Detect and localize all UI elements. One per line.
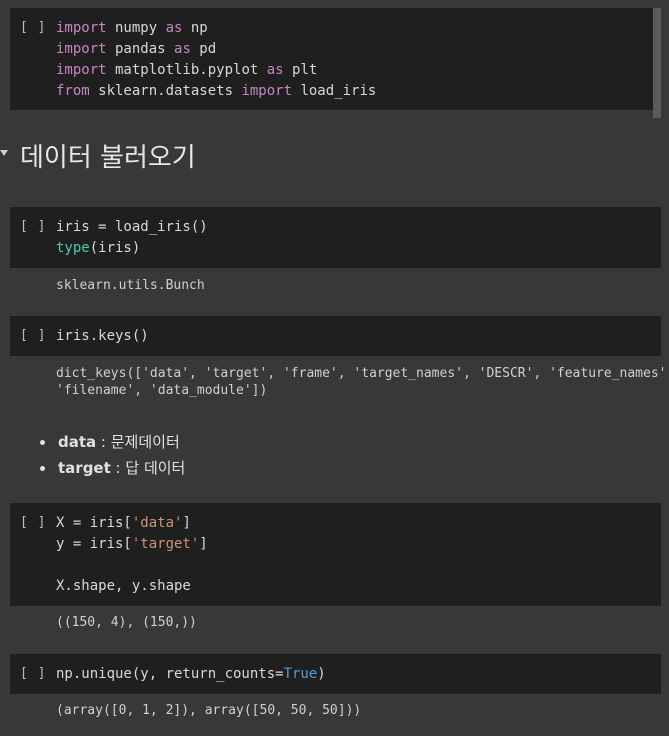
code-token: 'data': [131, 515, 183, 531]
cell-output: sklearn.utils.Bunch: [56, 278, 205, 293]
code-token: as: [174, 41, 191, 57]
bullet-icon: [40, 466, 45, 471]
code-token: (iris): [89, 240, 141, 256]
code-cell-load-iris[interactable]: [ ] iris = load_iris() type(iris): [10, 207, 661, 268]
code-cell-imports[interactable]: [ ] import numpy as np import pandas as …: [10, 8, 661, 118]
run-cell-button[interactable]: [ ]: [20, 666, 46, 681]
code-cell-xy[interactable]: [ ] X = iris['data'] y = iris['target'] …: [10, 503, 661, 606]
code-editor[interactable]: iris = load_iris() type(iris): [56, 217, 208, 259]
bullet-desc: : 문제데이터: [96, 433, 180, 451]
collapse-section-icon[interactable]: [0, 150, 8, 156]
code-token: import: [56, 20, 107, 36]
run-cell-button[interactable]: [ ]: [20, 515, 46, 530]
code-token: pandas: [106, 41, 175, 57]
cell-output: (array([0, 1, 2]), array([50, 50, 50])): [56, 703, 362, 718]
bullet-term: target: [58, 459, 111, 477]
bullet-term: data: [58, 433, 97, 451]
code-token: ): [317, 666, 326, 682]
code-token: sklearn.datasets: [89, 83, 242, 99]
code-token: import: [56, 41, 107, 57]
code-editor[interactable]: X = iris['data'] y = iris['target'] X.sh…: [56, 513, 208, 597]
run-cell-button[interactable]: [ ]: [20, 328, 46, 343]
code-cell-keys[interactable]: [ ] iris.keys(): [10, 316, 661, 356]
notebook: [ ] import numpy as np import pandas as …: [0, 0, 669, 736]
code-token: plt: [283, 62, 318, 78]
code-token: as: [165, 20, 183, 36]
code-token: type: [56, 240, 90, 256]
list-item: target : 답 데이터: [40, 455, 185, 481]
code-token: numpy: [106, 20, 166, 36]
code-token: 'target': [131, 536, 200, 552]
section-heading: 데이터 불러오기: [20, 143, 196, 173]
code-token: iris = load_iris(): [56, 219, 208, 235]
code-token: True: [283, 666, 318, 682]
code-token: import: [56, 62, 107, 78]
code-editor[interactable]: iris.keys(): [56, 326, 149, 347]
markdown-bullet-list: data : 문제데이터 target : 답 데이터: [40, 429, 185, 481]
scrollbar[interactable]: [653, 8, 661, 118]
cell-output: ((150, 4), (150,)): [56, 615, 197, 630]
code-token: np.unique(y, return_counts=: [56, 666, 284, 682]
code-cell-unique[interactable]: [ ] np.unique(y, return_counts=True): [10, 654, 661, 694]
code-token: import: [241, 83, 293, 99]
code-token: iris.keys(): [56, 328, 149, 344]
code-token: from: [56, 83, 90, 99]
bullet-desc: : 답 데이터: [110, 459, 186, 477]
code-token: matplotlib.pyplot: [106, 62, 267, 78]
code-token: y = iris[: [56, 536, 132, 552]
run-cell-button[interactable]: [ ]: [20, 20, 46, 35]
code-token: X.shape, y.shape: [56, 578, 191, 594]
code-token: ]: [199, 536, 208, 552]
code-token: np: [182, 20, 208, 36]
code-editor[interactable]: import numpy as np import pandas as pd i…: [56, 18, 376, 102]
bullet-icon: [40, 440, 45, 445]
code-token: load_iris: [292, 83, 377, 99]
code-token: pd: [190, 41, 217, 57]
run-cell-button[interactable]: [ ]: [20, 219, 46, 234]
code-token: X = iris[: [56, 515, 132, 531]
code-token: as: [266, 62, 284, 78]
list-item: data : 문제데이터: [40, 429, 185, 455]
cell-output: dict_keys(['data', 'target', 'frame', 't…: [56, 366, 669, 398]
code-token: ]: [182, 515, 191, 531]
code-editor[interactable]: np.unique(y, return_counts=True): [56, 664, 326, 685]
